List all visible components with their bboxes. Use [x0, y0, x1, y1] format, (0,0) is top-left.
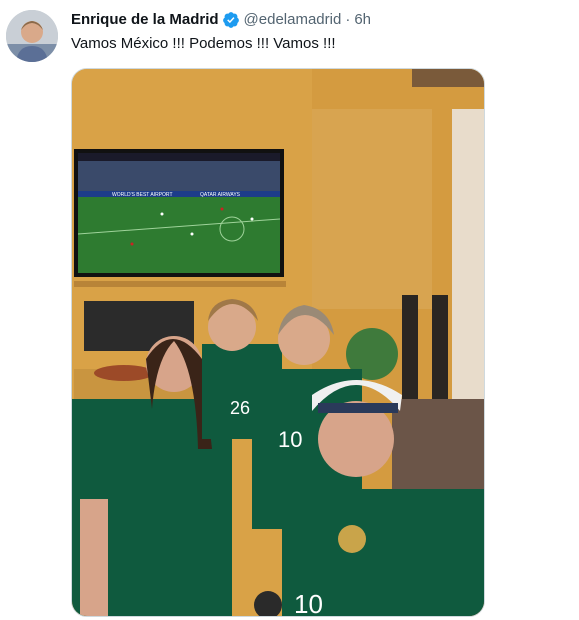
- tv-banner-text: WORLD'S BEST AIRPORT: [112, 192, 173, 198]
- author-name[interactable]: Enrique de la Madrid: [71, 10, 219, 30]
- jersey-number-1: 26: [230, 398, 250, 418]
- author-handle[interactable]: @edelamadrid: [244, 10, 342, 30]
- verified-badge-icon: [222, 11, 240, 29]
- tweet-photo[interactable]: WORLD'S BEST AIRPORT QATAR AIRWAYS 26 10…: [71, 68, 485, 617]
- jersey-number-2: 10: [278, 427, 302, 452]
- author-avatar[interactable]: [6, 10, 58, 62]
- header-separator: ·: [345, 11, 351, 28]
- jersey-number-3: 10: [294, 589, 323, 617]
- tv-sponsor-text: QATAR AIRWAYS: [200, 192, 241, 198]
- tweet-timestamp[interactable]: 6h: [354, 10, 371, 30]
- tweet-card[interactable]: Enrique de la Madrid @edelamadrid · 6h V…: [0, 0, 579, 620]
- tweet-text: Vamos México !!! Podemos !!! Vamos !!!: [71, 35, 336, 52]
- tweet-header: Enrique de la Madrid @edelamadrid · 6h: [71, 10, 371, 30]
